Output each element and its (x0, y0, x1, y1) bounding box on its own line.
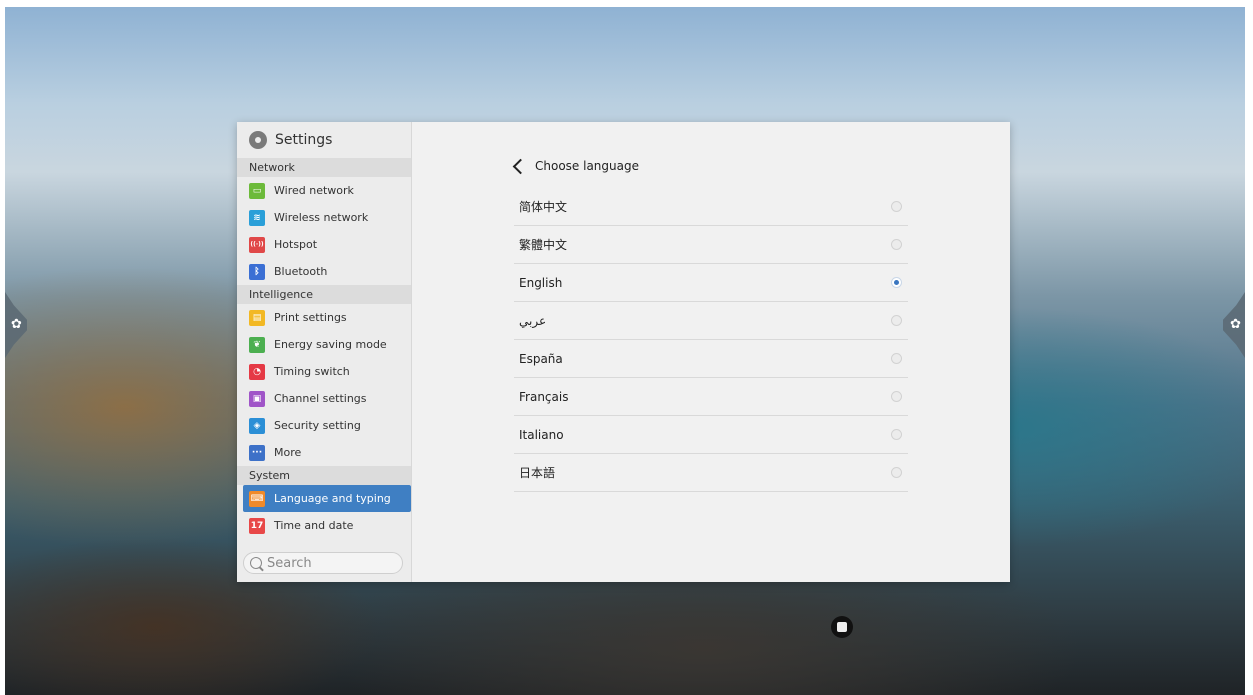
radio-button[interactable] (891, 429, 902, 440)
radio-button[interactable] (891, 353, 902, 364)
radio-button[interactable] (891, 467, 902, 478)
sidebar-item-label: Wired network (274, 184, 354, 197)
panel-title: Choose language (535, 159, 639, 173)
radio-button[interactable] (891, 201, 902, 212)
wifi-icon: ≋ (249, 209, 265, 226)
sidebar-item-label: Print settings (274, 311, 347, 324)
sidebar-item-label: Energy saving mode (274, 338, 387, 351)
gear-icon: ✿ (1230, 317, 1241, 332)
language-label: 日本語 (519, 466, 556, 480)
language-option[interactable]: Italiano (514, 416, 908, 454)
language-panel: Choose language 简体中文繁體中文 English عربي Españ… (412, 122, 1010, 582)
sidebar-item-label: Channel settings (274, 392, 367, 405)
language-label: English (519, 275, 563, 290)
sidebar-item-print-settings[interactable]: ▤ Print settings (237, 304, 411, 331)
section-header-network: Network (237, 158, 411, 177)
printer-icon: ▤ (249, 309, 265, 326)
more-icon: ··· (249, 444, 265, 461)
sidebar-title: Settings (275, 132, 333, 148)
language-label: 繁體中文 (519, 238, 568, 252)
gear-icon: ✿ (11, 317, 22, 332)
keyboard-icon: ⌨ (249, 490, 265, 507)
search-field[interactable] (243, 552, 403, 574)
sidebar-item-wireless-network[interactable]: ≋ Wireless network (237, 204, 411, 231)
language-option[interactable]: 繁體中文 (514, 226, 908, 264)
sidebar-item-label: Hotspot (274, 238, 318, 251)
wired-network-icon: ▭ (249, 182, 265, 199)
language-option[interactable]: عربي (514, 302, 908, 340)
sidebar-item-label: More (274, 446, 302, 459)
language-option[interactable]: English (514, 264, 908, 302)
square-icon (837, 622, 847, 632)
language-label: عربي (519, 313, 547, 328)
sidebar-sections: Network ▭ Wired network ≋ Wireless network ((… (237, 158, 411, 539)
settings-window: Settings Network ▭ Wired network ≋ Wireless … (237, 122, 1010, 582)
language-label: España (519, 351, 563, 366)
language-label: Italiano (519, 427, 564, 442)
sidebar-item-time-and-date[interactable]: 17 Time and date (237, 512, 411, 539)
language-label: 简体中文 (519, 200, 568, 214)
bluetooth-icon: ᛒ (249, 263, 265, 280)
sidebar-item-language-and-typing[interactable]: ⌨ Language and typing (243, 485, 411, 512)
language-option[interactable]: Français (514, 378, 908, 416)
home-button[interactable] (831, 616, 853, 638)
back-button[interactable]: Choose language (512, 158, 639, 174)
sidebar-item-bluetooth[interactable]: ᛒ Bluetooth (237, 258, 411, 285)
radio-button[interactable] (891, 391, 902, 402)
settings-sidebar: Settings Network ▭ Wired network ≋ Wireless … (237, 122, 412, 582)
monitor-icon: ▣ (249, 390, 265, 407)
hotspot-icon: ((·)) (249, 236, 265, 253)
chevron-left-icon (512, 158, 529, 174)
settings-gear-icon (249, 131, 267, 149)
language-option[interactable]: 简体中文 (514, 188, 908, 226)
language-option[interactable]: 日本語 (514, 454, 908, 492)
sidebar-item-label: Language and typing (274, 492, 391, 505)
language-label: Français (519, 389, 569, 404)
shield-icon: ◈ (249, 417, 265, 434)
section-header-intelligence: Intelligence (237, 285, 411, 304)
sidebar-item-hotspot[interactable]: ((·)) Hotspot (237, 231, 411, 258)
clock-icon: ◔ (249, 363, 265, 380)
sidebar-item-security-setting[interactable]: ◈ Security setting (237, 412, 411, 439)
radio-button[interactable] (891, 239, 902, 250)
sidebar-header: Settings (237, 122, 411, 158)
sidebar-item-channel-settings[interactable]: ▣ Channel settings (237, 385, 411, 412)
calendar-icon: 17 (249, 517, 265, 534)
sidebar-item-timing-switch[interactable]: ◔ Timing switch (237, 358, 411, 385)
radio-selected[interactable] (891, 277, 902, 288)
search-input[interactable] (267, 555, 397, 571)
section-header-system: System (237, 466, 411, 485)
sidebar-item-label: Time and date (274, 519, 354, 532)
sidebar-item-energy-saving-mode[interactable]: ❦ Energy saving mode (237, 331, 411, 358)
search-icon (250, 557, 262, 569)
sidebar-item-more[interactable]: ··· More (237, 439, 411, 466)
sidebar-item-label: Wireless network (274, 211, 369, 224)
sidebar-item-label: Bluetooth (274, 265, 328, 278)
sidebar-item-label: Timing switch (274, 365, 350, 378)
leaf-icon: ❦ (249, 336, 265, 353)
sidebar-item-label: Security setting (274, 419, 361, 432)
radio-button[interactable] (891, 315, 902, 326)
sidebar-item-wired-network[interactable]: ▭ Wired network (237, 177, 411, 204)
language-option[interactable]: España (514, 340, 908, 378)
language-list: 简体中文繁體中文 English عربي España Français Italian… (514, 188, 908, 492)
